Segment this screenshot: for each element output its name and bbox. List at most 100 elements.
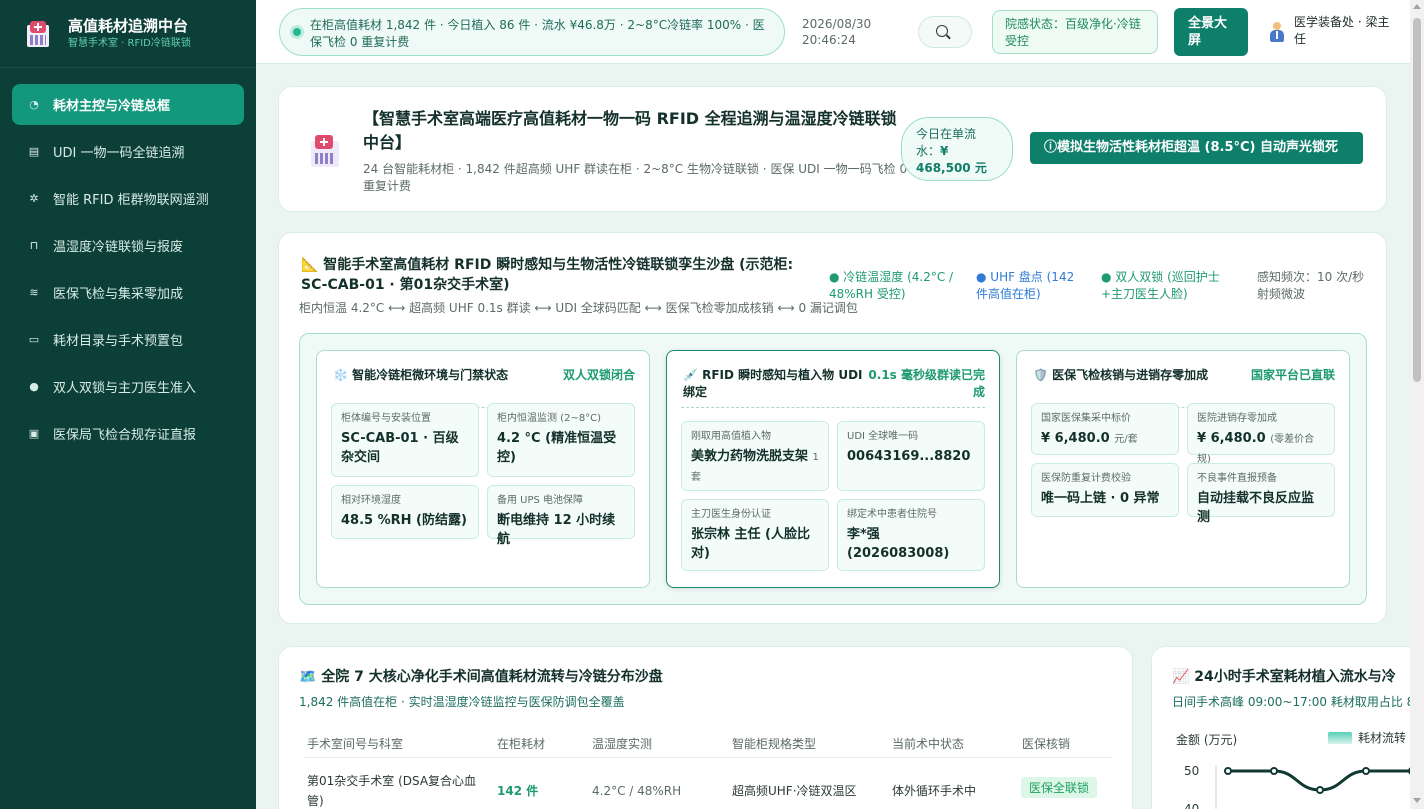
infection-status-badge: 院感状态：百级净化·冷链受控 [992,10,1158,54]
cell-key: 医保防重复计费校验 [1041,473,1131,484]
table-cell-count: 142 件 [497,784,539,798]
table-header: 在柜耗材 [497,737,546,751]
chip-icon: ✲ [29,191,39,205]
sidebar-item-dual-lock[interactable]: ● 双人双锁与主刀医生准入 [12,366,244,407]
cell-value: 00643169...8820 [847,449,971,464]
distribution-caption: 1,842 件高值在柜 · 实时温湿度冷链监控与医保防调包全覆盖 [299,695,625,709]
legend-swatch [1328,732,1352,744]
sidebar-item-label: 智能 RFID 柜群物联网遥测 [53,193,209,208]
cell-key: 医院进销存零加成 [1197,413,1277,424]
scroll-down-icon[interactable] [1413,798,1421,803]
clock-date: 2026/08/30 [802,17,872,31]
insurance-audit-card: 🛡️ 医保飞检核销与进销存零加成 国家平台已直联 国家医保集采中标价 ¥ 6,4… [1016,350,1350,588]
table-cell-env: 4.2°C / 48%RH [592,784,682,798]
cell-key: 主刀医生身份认证 [691,509,771,520]
cell-key: 柜体编号与安装位置 [341,413,431,424]
fullscreen-button[interactable]: 全景大屏 [1174,8,1248,56]
database-icon: ≋ [29,285,39,299]
table-header: 智能柜规格类型 [732,737,817,751]
live-dot-icon [293,28,301,36]
cell-value: 自动挂载不良反应监测 [1197,491,1315,525]
legend-dual-lock: ● 双人双锁 (巡回护士+主刀医生人脸) [1101,270,1220,301]
y-axis-label: 金额 (万元) [1176,732,1237,747]
info-cell: 主刀医生身份认证 张宗林 主任 (人脸比对) [681,499,829,571]
scroll-up-icon[interactable] [1413,4,1421,9]
cell-key: 备用 UPS 电池保障 [497,495,584,506]
trend-caption: 日间手术高峰 09:00~17:00 耗材取用占比 82% [1172,695,1410,709]
table-header: 医保核销 [1022,737,1071,751]
sidebar-item-insurance[interactable]: ≋ 医保飞检与集采零加成 [12,272,244,313]
sidebar-item-label: 温湿度冷链联锁与报废 [53,240,184,255]
sidebar-item-coldchain[interactable]: ⊓ 温湿度冷链联锁与报废 [12,225,244,266]
page-title: 【智慧手术室高端医疗高值耗材一物一码 RFID 全程追溯与温湿度冷链联锁中台】 [363,109,897,152]
scrollbar-thumb[interactable] [1413,18,1421,382]
cell-value: 李*强 (2026083008) [847,527,950,561]
data-point [1316,786,1324,794]
table-header: 当前术中状态 [892,737,965,751]
cell-key: 绑定术中患者住院号 [847,509,937,520]
cell-value: SC-CAB-01 · 百级杂交间 [341,431,459,465]
cell-key: 柜内恒温监测 (2~8°C) [497,413,602,424]
main-content: 【智慧手术室高端医疗高值耗材一物一码 RFID 全程追溯与温湿度冷链联锁中台】 … [256,64,1410,809]
search-button[interactable] [918,16,972,48]
cell-value: 断电维持 12 小时续航 [497,513,616,547]
sidebar-nav: ◔ 耗材主控与冷链总框 ▤ UDI 一物一码全链追溯 ✲ 智能 RFID 柜群物… [0,68,256,454]
info-cell: 备用 UPS 电池保障 断电维持 12 小时续航 [487,485,635,547]
daily-flow-badge: 今日在单流水：¥ 468,500 元 [901,117,1013,181]
status-badge: 国家平台已直联 [1250,368,1335,382]
table-cell-cabinet: 超高频UHF·冷链双温区 [732,784,857,798]
trend-title: 📈 24小时手术室耗材植入流水与冷 [1172,669,1396,685]
status-ticker: 在柜高值耗材 1,842 件 · 今日植入 86 件 · 流水 ¥46.8万 ·… [279,8,785,56]
ticker-text: 在柜高值耗材 1,842 件 · 今日植入 86 件 · 流水 ¥46.8万 ·… [310,18,765,49]
simulate-overheat-button[interactable]: ⓘ模拟生物活性耗材柜超温 (8.5°C) 自动声光锁死 [1030,132,1363,164]
cell-key: 国家医保集采中标价 [1041,413,1131,424]
gauge-icon: ◔ [29,97,39,111]
table-header: 手术室间号与科室 [307,737,404,751]
cell-value: 48.5 %RH (防结露) [341,513,467,528]
info-cell: 医保防重复计费校验 唯一码上链 · 0 异常 [1031,463,1179,517]
lock-icon: ⊓ [29,238,39,252]
cell-key: 刚取用高值植入物 [691,431,771,442]
trend-chart: 金额 (万元) 耗材流转 50 40 [1176,730,1410,809]
brand-subtitle: 智慧手术室 · RFID冷链联锁 [68,37,191,49]
table-cell-room: 第01杂交手术室 (DSA复合心血管) [307,774,477,808]
clock-time: 20:46:24 [802,33,856,47]
cell-unit: 元/套 [1114,434,1138,445]
sidebar-item-label: 耗材主控与冷链总框 [53,99,171,114]
sidebar-item-compliance[interactable]: ▣ 医保局飞检合规存证直报 [12,413,244,454]
cell-value: ¥ 6,480.0 [1197,431,1266,446]
cell-key: UDI 全球唯一码 [847,431,919,442]
brand-title: 高值耗材追溯中台 [68,16,189,35]
brand: 高值耗材追溯中台 智慧手术室 · RFID冷链联锁 [0,0,256,68]
top-bar: 在柜高值耗材 1,842 件 · 今日植入 86 件 · 流水 ¥46.8万 ·… [256,0,1410,64]
info-cell: 绑定术中患者住院号 李*强 (2026083008) [837,499,985,571]
cell-value: ¥ 6,480.0 [1041,431,1110,446]
cell-value: 唯一码上链 · 0 异常 [1041,491,1160,506]
rfid-udi-card: 💉 RFID 瞬时感知与植入物 UDI 绑定 0.1s 毫秒级群读已完成 刚取用… [666,350,1000,588]
report-icon: ▣ [28,426,40,440]
user-icon: ● [29,379,39,393]
data-point [1270,767,1278,775]
clock: 2026/08/30 20:46:24 [802,16,871,48]
user-profile[interactable]: 医学装备处 · 梁主任 [1266,14,1396,50]
cell-key: 相对环境湿度 [341,495,401,506]
folder-icon: ▭ [28,332,40,346]
search-icon [936,25,948,37]
card-title: 💉 RFID 瞬时感知与植入物 UDI 绑定 [683,368,863,399]
sidebar-item-catalog[interactable]: ▭ 耗材目录与手术预置包 [12,319,244,360]
sidebar-item-dashboard[interactable]: ◔ 耗材主控与冷链总框 [12,84,244,125]
page-subtitle: 24 台智能耗材柜 · 1,842 件超高频 UHF 群读在柜 · 2~8°C … [363,162,908,193]
sidebar-item-rfid[interactable]: ✲ 智能 RFID 柜群物联网遥测 [12,178,244,219]
document-icon: ▤ [28,144,40,158]
y-tick-label: 50 [1184,764,1199,778]
table-header: 温湿度实测 [592,737,653,751]
status-badge: 双人双锁闭合 [562,368,635,382]
scrollbar[interactable] [1410,0,1424,809]
sidebar-item-udi[interactable]: ▤ UDI 一物一码全链追溯 [12,131,244,172]
twin-title: 📐 智能手术室高值耗材 RFID 瞬时感知与生物活性冷链联锁孪生沙盘 (示范柜:… [301,257,794,293]
info-cell: 国家医保集采中标价 ¥ 6,480.0 元/套 [1031,403,1179,455]
sidebar-item-label: 医保局飞检合规存证直报 [53,428,197,443]
sidebar-item-label: 耗材目录与手术预置包 [53,334,184,349]
sidebar-item-label: 双人双锁与主刀医生准入 [53,381,197,396]
user-name: 医学装备处 · 梁主任 [1294,15,1390,46]
